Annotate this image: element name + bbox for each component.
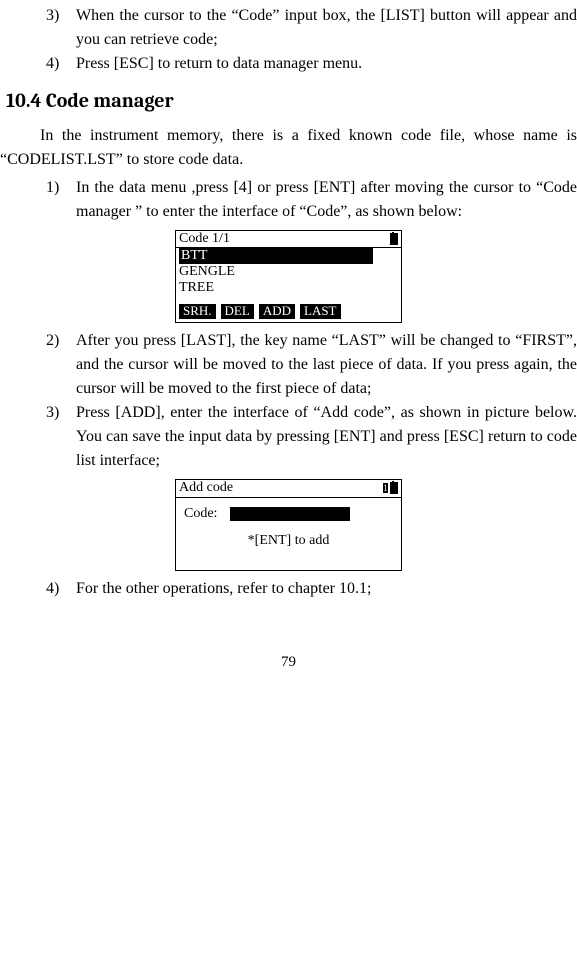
list-text: Press [ESC] to return to data manager me…: [76, 52, 577, 76]
pre-list-item-4: 4) Press [ESC] to return to data manager…: [46, 52, 577, 76]
device-screen-code-list: Code 1/1 BTT GENGLE TREE SRH. DEL ADD LA…: [175, 230, 402, 323]
code-row[interactable]: GENGLE: [179, 264, 398, 280]
screen-body: BTT GENGLE TREE: [176, 248, 401, 304]
code-input[interactable]: [230, 507, 350, 521]
hint-text: *[ENT] to add: [184, 533, 393, 550]
code-row-selected[interactable]: BTT: [179, 248, 373, 264]
list-number: 3): [46, 4, 76, 52]
screen-body: Code: *[ENT] to add: [176, 498, 401, 570]
code-row[interactable]: TREE: [179, 280, 398, 296]
list-text: For the other operations, refer to chapt…: [76, 577, 577, 601]
intro-paragraph: In the instrument memory, there is a fix…: [0, 124, 577, 172]
pre-list-item-3: 3) When the cursor to the “Code” input b…: [46, 4, 577, 52]
battery-icon: [390, 482, 398, 494]
screen-title: Code 1/1: [179, 231, 230, 247]
softkey-bar: SRH. DEL ADD LAST: [176, 304, 401, 322]
list-text: After you press [LAST], the key name “LA…: [76, 329, 577, 401]
list-number: 2): [46, 329, 76, 401]
softkey-del[interactable]: DEL: [221, 304, 254, 319]
list-number: 1): [46, 176, 76, 224]
list-item-4: 4) For the other operations, refer to ch…: [46, 577, 577, 601]
manual-page: 3) When the cursor to the “Code” input b…: [0, 0, 577, 703]
battery-icon: [390, 233, 398, 245]
mode-icon: 1: [383, 483, 388, 493]
list-number: 3): [46, 401, 76, 473]
list-number: 4): [46, 577, 76, 601]
status-icons: 1: [383, 482, 398, 494]
list-item-1: 1) In the data menu ,press [4] or press …: [46, 176, 577, 224]
page-number: 79: [0, 651, 577, 674]
list-item-2: 2) After you press [LAST], the key name …: [46, 329, 577, 401]
list-text: In the data menu ,press [4] or press [EN…: [76, 176, 577, 224]
list-number: 4): [46, 52, 76, 76]
screen-title: Add code: [179, 480, 233, 497]
softkey-add[interactable]: ADD: [259, 304, 295, 319]
screen-titlebar: Add code 1: [176, 480, 401, 498]
input-row: Code:: [184, 506, 393, 523]
screen-titlebar: Code 1/1: [176, 231, 401, 248]
section-heading: 10.4 Code manager: [6, 86, 577, 116]
list-item-3: 3) Press [ADD], enter the interface of “…: [46, 401, 577, 473]
device-screen-add-code: Add code 1 Code: *[ENT] to add: [175, 479, 402, 571]
code-label: Code:: [184, 506, 230, 523]
list-text: Press [ADD], enter the interface of “Add…: [76, 401, 577, 473]
intro-text: In the instrument memory, there is a fix…: [0, 124, 577, 172]
list-text: When the cursor to the “Code” input box,…: [76, 4, 577, 52]
softkey-last[interactable]: LAST: [300, 304, 341, 319]
softkey-srh[interactable]: SRH.: [179, 304, 216, 319]
